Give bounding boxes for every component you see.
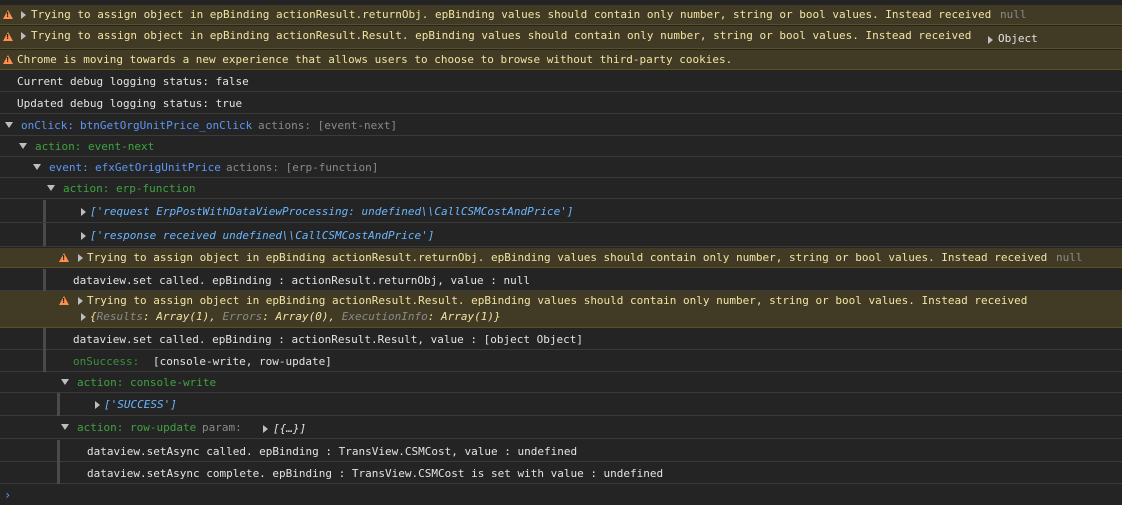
onsuccess-label: onSuccess: bbox=[73, 355, 140, 368]
object-key: Results bbox=[96, 310, 143, 323]
object-value: Array(0) bbox=[275, 310, 329, 323]
log-setasync-complete: dataview.setAsync complete. epBinding : … bbox=[0, 462, 1122, 484]
group-indent-bar bbox=[57, 440, 60, 462]
group-label: event: bbox=[49, 161, 89, 174]
log-dataview-set-returnobj: dataview.set called. epBinding : actionR… bbox=[0, 269, 1122, 291]
log-setasync-called: dataview.setAsync called. epBinding : Tr… bbox=[0, 440, 1122, 462]
warning-value-object[interactable]: Object bbox=[998, 32, 1038, 45]
group-action-erp-function[interactable]: action: erp-function bbox=[0, 178, 1122, 199]
array-preview: ['response received undefined\\CallCSMCo… bbox=[90, 229, 435, 242]
param-label: param: bbox=[202, 421, 242, 434]
log-debug-current: Current debug logging status: false bbox=[0, 71, 1122, 92]
group-action-event-next[interactable]: action: event-next bbox=[0, 136, 1122, 157]
object-key: ExecutionInfo bbox=[341, 310, 428, 323]
inner-warning-result[interactable]: Trying to assign object in epBinding act… bbox=[0, 291, 1122, 328]
expand-arrow-icon[interactable] bbox=[21, 32, 26, 40]
warning-message-result[interactable]: Trying to assign object in epBinding act… bbox=[0, 26, 1122, 49]
log-response-array[interactable]: ['response received undefined\\CallCSMCo… bbox=[0, 224, 1122, 247]
group-label: onClick: bbox=[21, 119, 74, 132]
chrome-cookie-warning: Chrome is moving towards a new experienc… bbox=[0, 50, 1122, 70]
warning-text: Trying to assign object in epBinding act… bbox=[31, 29, 972, 42]
expand-arrow-icon[interactable] bbox=[81, 232, 86, 240]
log-text: dataview.setAsync called. epBinding : Tr… bbox=[87, 445, 578, 458]
log-text: dataview.setAsync complete. epBinding : … bbox=[87, 467, 664, 480]
object-value: Array(1) bbox=[441, 310, 495, 323]
expand-arrow-icon[interactable] bbox=[78, 297, 83, 305]
log-request-array[interactable]: ['request ErpPostWithDataViewProcessing:… bbox=[0, 200, 1122, 223]
log-onsuccess: onSuccess: [console-write, row-update] bbox=[0, 350, 1122, 372]
warning-icon bbox=[3, 10, 13, 19]
console-prompt[interactable]: › bbox=[4, 488, 11, 502]
group-name: efxGetOrigUnitPrice bbox=[95, 161, 221, 174]
group-label: action: console-write bbox=[77, 376, 217, 389]
object-value: Array(1) bbox=[156, 310, 210, 323]
array-preview: ['SUCCESS'] bbox=[104, 398, 177, 411]
group-label: action: row-update bbox=[77, 421, 197, 434]
warning-text: Chrome is moving towards a new experienc… bbox=[17, 53, 733, 66]
warning-text: Trying to assign object in epBinding act… bbox=[87, 294, 1028, 307]
group-name: btnGetOrgUnitPrice_onClick bbox=[80, 119, 253, 132]
collapse-arrow-icon[interactable] bbox=[33, 164, 41, 170]
expand-arrow-icon[interactable] bbox=[78, 254, 83, 262]
brace: { bbox=[90, 310, 97, 323]
group-actions: actions: [erp-function] bbox=[226, 161, 379, 174]
collapse-arrow-icon[interactable] bbox=[19, 143, 27, 149]
warning-icon bbox=[59, 253, 69, 262]
warning-text: Trying to assign object in epBinding act… bbox=[31, 8, 992, 21]
log-success-array[interactable]: ['SUCCESS'] bbox=[0, 393, 1122, 416]
log-text: Updated debug logging status: true bbox=[17, 97, 243, 110]
group-event[interactable]: event: efxGetOrigUnitPrice actions: [erp… bbox=[0, 157, 1122, 178]
brace: } bbox=[494, 310, 501, 323]
group-action-console-write[interactable]: action: console-write bbox=[0, 372, 1122, 393]
log-text: dataview.set called. epBinding : actionR… bbox=[73, 333, 583, 346]
group-indent-bar bbox=[43, 269, 46, 291]
warning-value-null: null bbox=[1000, 8, 1027, 21]
expand-arrow-icon[interactable] bbox=[21, 11, 26, 19]
collapse-arrow-icon[interactable] bbox=[47, 185, 55, 191]
expand-arrow-icon[interactable] bbox=[263, 425, 268, 433]
group-indent-bar bbox=[57, 462, 60, 484]
expand-arrow-icon[interactable] bbox=[95, 401, 100, 409]
collapse-arrow-icon[interactable] bbox=[61, 379, 69, 385]
inner-warning-returnobj[interactable]: Trying to assign object in epBinding act… bbox=[0, 248, 1122, 268]
group-label: action: event-next bbox=[35, 140, 155, 153]
warning-message-returnobj[interactable]: Trying to assign object in epBinding act… bbox=[0, 5, 1122, 25]
group-label: action: erp-function bbox=[63, 182, 196, 195]
object-expand-icon[interactable] bbox=[988, 36, 993, 44]
log-text: dataview.set called. epBinding : actionR… bbox=[73, 274, 530, 287]
collapse-arrow-icon[interactable] bbox=[5, 122, 13, 128]
log-debug-updated: Updated debug logging status: true bbox=[0, 92, 1122, 114]
warning-icon bbox=[3, 32, 13, 41]
array-preview: ['request ErpPostWithDataViewProcessing:… bbox=[90, 205, 574, 218]
warning-text: Trying to assign object in epBinding act… bbox=[87, 251, 1048, 264]
warning-icon bbox=[3, 55, 13, 64]
group-indent-bar bbox=[43, 350, 46, 372]
collapse-arrow-icon[interactable] bbox=[61, 424, 69, 430]
group-indent-bar bbox=[43, 328, 46, 350]
log-text: Current debug logging status: false bbox=[17, 75, 249, 88]
object-expand-icon[interactable] bbox=[81, 313, 86, 321]
log-dataview-set-result: dataview.set called. epBinding : actionR… bbox=[0, 328, 1122, 350]
onsuccess-value: [console-write, row-update] bbox=[153, 355, 332, 368]
warning-value-null: null bbox=[1056, 251, 1083, 264]
group-actions: actions: [event-next] bbox=[258, 119, 398, 132]
param-value[interactable]: [{…}] bbox=[273, 422, 306, 435]
object-preview[interactable]: {Results: Array(1), Errors: Array(0), Ex… bbox=[90, 310, 501, 323]
group-indent-bar bbox=[57, 393, 60, 416]
expand-arrow-icon[interactable] bbox=[81, 208, 86, 216]
warning-icon bbox=[59, 296, 69, 305]
object-key: Errors bbox=[222, 310, 263, 323]
group-onclick[interactable]: onClick: btnGetOrgUnitPrice_onClick acti… bbox=[0, 114, 1122, 136]
group-action-row-update[interactable]: action: row-update param: [{…}] bbox=[0, 416, 1122, 439]
